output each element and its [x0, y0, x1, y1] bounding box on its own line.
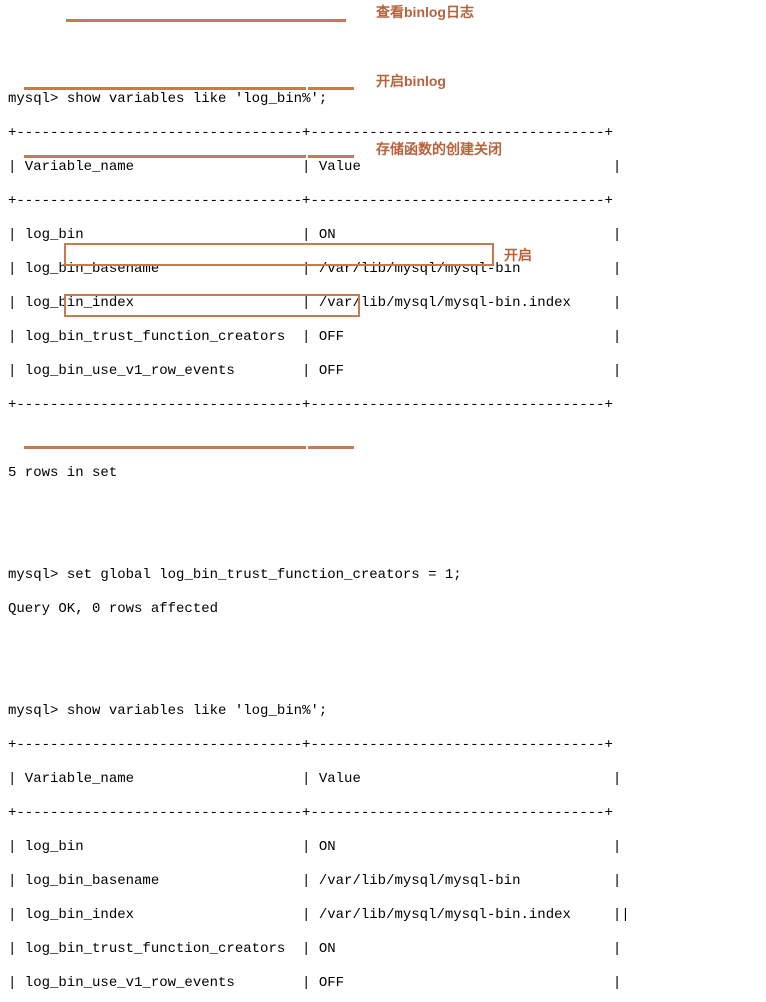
sql-command: set global log_bin_trust_function_creato… [67, 567, 462, 583]
highlight-box [64, 243, 494, 266]
table-row: | log_bin_basename | /var/lib/mysql/mysq… [8, 873, 758, 890]
annotation-check-binlog: 查看binlog日志 [376, 4, 474, 21]
cell-name: | log_bin_use_v1_row_events | [8, 975, 310, 991]
cell-name: | log_bin | [8, 227, 310, 243]
highlight-underline [66, 19, 346, 22]
cmd-line-2: mysql> set global log_bin_trust_function… [8, 567, 758, 584]
highlight-box [64, 294, 360, 317]
cell-name: | log_bin | [8, 839, 310, 855]
cell-name: | log_bin_trust_function_creators | [8, 941, 310, 957]
arrow: > [50, 567, 58, 583]
highlight-underline [308, 87, 354, 90]
table-row: | log_bin_use_v1_row_events | OFF | [8, 363, 758, 380]
result-footer: 5 rows in set [8, 465, 758, 482]
cell-value: ON | [310, 227, 621, 243]
table-header-row: | Variable_name | Value | [8, 159, 758, 176]
highlight-underline [24, 87, 306, 90]
highlight-underline [24, 155, 306, 158]
prompt: mysql [8, 567, 50, 583]
annotation-enable: 开启 [504, 247, 532, 264]
table-row: | log_bin_use_v1_row_events | OFF | [8, 975, 758, 992]
arrow: > [50, 703, 58, 719]
sql-command: show variables like 'log_bin%'; [67, 91, 327, 107]
result-line: Query OK, 0 rows affected [8, 601, 758, 618]
cell-name: | log_bin_use_v1_row_events | [8, 363, 310, 379]
table-row: | log_bin_index | /var/lib/mysql/mysql-b… [8, 907, 758, 924]
blank-line [8, 499, 758, 516]
cell-name: | log_bin_trust_function_creators | [8, 329, 310, 345]
annotation-enable-binlog: 开启binlog [376, 73, 446, 90]
cell-value: ON | [310, 839, 621, 855]
cmd-line-1: mysql> show variables like 'log_bin%'; [8, 91, 758, 108]
header-value: Value | [310, 159, 621, 175]
table-row: | log_bin | ON | [8, 227, 758, 244]
highlight-underline [308, 155, 354, 158]
prompt: mysql [8, 91, 50, 107]
cell-value: OFF | [310, 975, 621, 991]
arrow: > [50, 91, 58, 107]
table-row: | log_bin_trust_function_creators | OFF … [8, 329, 758, 346]
table-sep-mid: +----------------------------------+----… [8, 805, 758, 822]
table-sep-bot: +----------------------------------+----… [8, 397, 758, 414]
table-sep-mid: +----------------------------------+----… [8, 193, 758, 210]
table-sep-top: +----------------------------------+----… [8, 737, 758, 754]
cmd-line-3: mysql> show variables like 'log_bin%'; [8, 703, 758, 720]
highlight-underline [308, 446, 354, 449]
highlight-underline [24, 446, 306, 449]
cell-value: /var/lib/mysql/mysql-bin.index || [310, 907, 629, 923]
cell-value: /var/lib/mysql/mysql-bin | [310, 873, 621, 889]
table-row: | log_bin_trust_function_creators | ON | [8, 941, 758, 958]
header-variable-name: | Variable_name | [8, 159, 310, 175]
cell-value: OFF | [310, 329, 621, 345]
table-header-row: | Variable_name | Value | [8, 771, 758, 788]
header-variable-name: | Variable_name | [8, 771, 310, 787]
cell-name: | log_bin_basename | [8, 873, 310, 889]
prompt: mysql [8, 703, 50, 719]
cell-value: ON | [310, 941, 621, 957]
cell-value: OFF | [310, 363, 621, 379]
annotation-function-creators-off: 存储函数的创建关闭 [376, 141, 502, 158]
header-value: Value | [310, 771, 621, 787]
cell-name: | log_bin_index | [8, 907, 310, 923]
blank-line [8, 635, 758, 652]
table-row: | log_bin | ON | [8, 839, 758, 856]
sql-command: show variables like 'log_bin%'; [67, 703, 327, 719]
table-sep-top: +----------------------------------+----… [8, 125, 758, 142]
